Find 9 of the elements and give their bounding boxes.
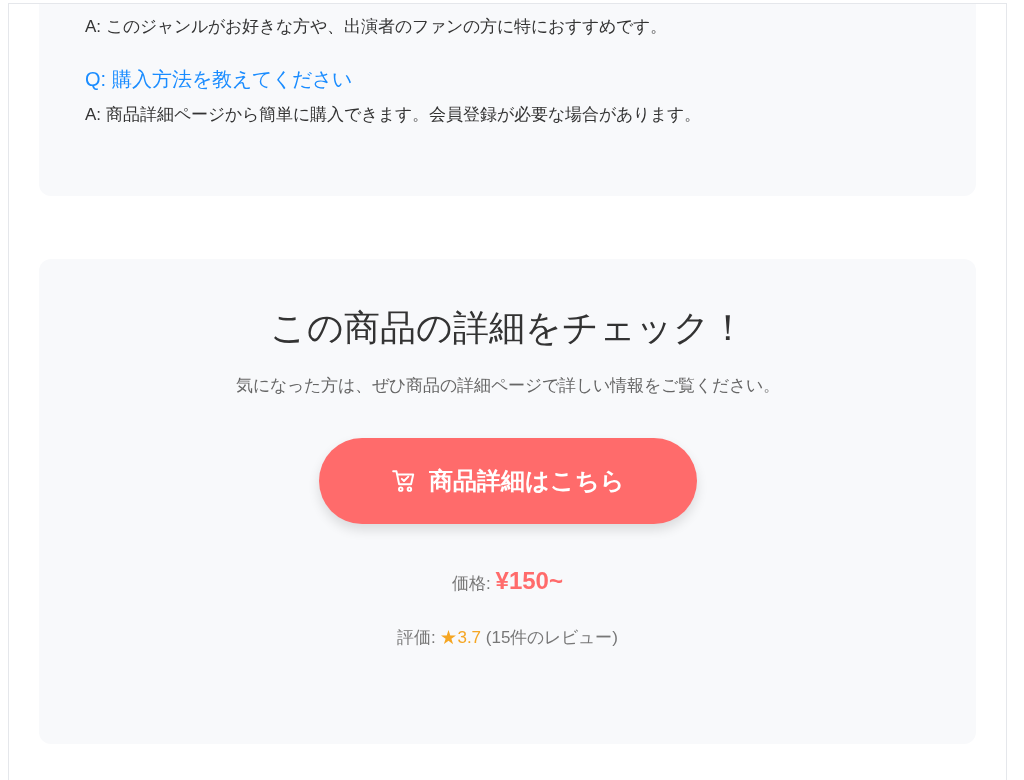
- product-details-button[interactable]: 商品詳細はこちら: [318, 438, 697, 524]
- cart-icon: [390, 468, 417, 494]
- rating-text: 評価: ★3.7 (15件のレビュー): [396, 627, 619, 649]
- cta-subtitle: 気になった方は、ぜひ商品の詳細ページで詳しい情報をご覧ください。: [235, 375, 780, 397]
- price-text: 価格: ¥150~: [452, 566, 563, 596]
- faq-answer: A: 商品詳細ページから簡単に購入できます。会員登録が必要な場合があります。: [85, 104, 702, 126]
- cta-title: この商品の詳細をチェック！: [269, 306, 746, 350]
- faq-question: Q: 購入方法を教えてください: [85, 67, 353, 92]
- faq-answer: A: このジャンルがお好きな方や、出演者のファンの方に特におすすめです。: [85, 16, 668, 38]
